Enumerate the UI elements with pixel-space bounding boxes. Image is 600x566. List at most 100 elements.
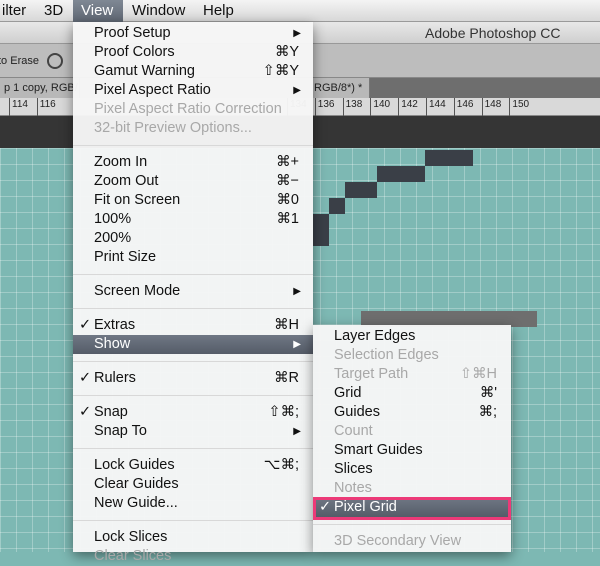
menu-help[interactable]: Help — [195, 0, 242, 22]
menu-item-proof-colors[interactable]: Proof Colors ⌘Y — [73, 43, 313, 62]
menu-item-label: Fit on Screen — [94, 192, 181, 208]
menu-item-label: Target Path — [334, 366, 409, 382]
menu-item-label: Clear Guides — [94, 476, 179, 492]
menu-item-label: Lock Guides — [94, 457, 175, 473]
menu-item-clear-guides[interactable]: Clear Guides — [73, 475, 313, 494]
menu-item-extras[interactable]: ✓ Extras ⌘H — [73, 316, 313, 335]
shortcut-label: ⌘+ — [276, 154, 299, 170]
ruler-tick-label: 150 — [509, 98, 529, 116]
shortcut-label: ⌘1 — [276, 211, 299, 227]
menu-item-label: Rulers — [94, 370, 136, 386]
menu-item-target-path: Target Path ⇧⌘H — [313, 365, 511, 384]
menu-separator — [73, 520, 313, 521]
menu-item-label: 100% — [94, 211, 132, 227]
submenu-arrow-icon: ▶ — [293, 85, 301, 96]
menu-item-label: New Guide... — [94, 495, 178, 511]
menu-item-label: Proof Setup — [94, 25, 171, 41]
ruler-tick-label: 138 — [342, 98, 362, 116]
menu-item-label: Pixel Aspect Ratio Correction — [94, 101, 282, 117]
menu-item-pixel-aspect-ratio[interactable]: Pixel Aspect Ratio ▶ — [73, 81, 313, 100]
submenu-arrow-icon: ▶ — [293, 28, 301, 39]
menu-item-label: Count — [334, 423, 373, 439]
pixel-block — [313, 214, 329, 246]
shortcut-label: ⌘− — [276, 173, 299, 189]
shortcut-label: ⌘' — [479, 385, 497, 401]
shortcut-label: ⌘H — [274, 317, 299, 333]
ruler-tick-label: 116 — [36, 98, 56, 116]
menu-item-200[interactable]: 200% — [73, 229, 313, 248]
shortcut-label: ⌥⌘; — [263, 457, 299, 473]
menu-separator — [73, 361, 313, 362]
menu-item-smart-guides[interactable]: Smart Guides — [313, 441, 511, 460]
menu-item-label: Selection Edges — [334, 347, 439, 363]
menu-item-label: Lock Slices — [94, 529, 168, 545]
menu-item-label: Grid — [334, 385, 362, 401]
menu-item-label: Pixel Aspect Ratio — [94, 82, 211, 98]
menu-item-label: Gamut Warning — [94, 63, 195, 79]
menu-item-label: Zoom In — [94, 154, 148, 170]
menu-window[interactable]: Window — [124, 0, 193, 22]
menu-item-label: Snap To — [94, 423, 147, 439]
menu-item-label: Layer Edges — [334, 328, 416, 344]
checkmark-icon: ✓ — [79, 404, 92, 420]
menu-3d[interactable]: 3D — [36, 0, 71, 22]
menu-item-proof-setup[interactable]: Proof Setup ▶ — [73, 24, 313, 43]
submenu-arrow-icon: ▶ — [293, 339, 301, 350]
menu-item-3d-secondary-view: 3D Secondary View — [313, 532, 511, 551]
menu-view[interactable]: View — [73, 0, 123, 22]
menu-item-layer-edges[interactable]: Layer Edges — [313, 327, 511, 346]
menu-filter[interactable]: ilter — [0, 0, 34, 22]
menu-item-screen-mode[interactable]: Screen Mode ▶ — [73, 282, 313, 301]
menu-item-label: Proof Colors — [94, 44, 175, 60]
menu-bar: ilter 3D View Window Help — [0, 0, 600, 22]
pixel-grid-highlight-box — [313, 497, 511, 520]
menu-item-grid[interactable]: Grid ⌘' — [313, 384, 511, 403]
menu-item-label: 32-bit Preview Options... — [94, 120, 252, 136]
menu-item-zoom-in[interactable]: Zoom In ⌘+ — [73, 153, 313, 172]
menu-item-fit-on-screen[interactable]: Fit on Screen ⌘0 — [73, 191, 313, 210]
menu-separator — [73, 308, 313, 309]
menu-item-label: Show — [94, 336, 131, 352]
checkmark-icon: ✓ — [79, 317, 92, 333]
menu-item-label: Screen Mode — [94, 283, 181, 299]
target-brush-icon[interactable] — [47, 53, 63, 69]
menu-item-snap-to[interactable]: Snap To ▶ — [73, 422, 313, 441]
menu-item-show[interactable]: Show ▶ — [73, 335, 313, 354]
ruler-tick-label: 146 — [453, 98, 473, 116]
menu-item-snap[interactable]: ✓ Snap ⇧⌘; — [73, 403, 313, 422]
menu-item-gamut-warning[interactable]: Gamut Warning ⇧⌘Y — [73, 62, 313, 81]
shortcut-label: ⌘R — [274, 370, 299, 386]
menu-item-label: Extras — [94, 317, 136, 333]
view-menu: Proof Setup ▶ Proof Colors ⌘Y Gamut Warning ⇧… — [73, 22, 313, 564]
shortcut-label: ⌘Y — [274, 44, 299, 60]
menu-item-print-size[interactable]: Print Size — [73, 248, 313, 267]
shortcut-label: ⌘0 — [276, 192, 299, 208]
menu-separator — [313, 524, 511, 525]
menu-item-new-guide[interactable]: New Guide... — [73, 494, 313, 513]
menu-item-pixel-aspect-ratio-correction: Pixel Aspect Ratio Correction — [73, 100, 313, 119]
menu-separator — [73, 448, 313, 449]
auto-erase-label[interactable]: to Erase — [0, 44, 39, 78]
menu-item-label: Print Size — [94, 249, 157, 265]
menu-item-lock-slices[interactable]: Lock Slices — [73, 528, 313, 547]
menu-separator — [73, 274, 313, 275]
menu-item-100[interactable]: 100% ⌘1 — [73, 210, 313, 229]
menu-item-lock-guides[interactable]: Lock Guides ⌥⌘; — [73, 456, 313, 475]
shortcut-label: ⌘; — [478, 404, 497, 420]
ruler-tick-label: 114 — [9, 98, 28, 116]
menu-item-slices[interactable]: Slices — [313, 460, 511, 479]
menu-item-label: Slices — [334, 461, 373, 477]
menu-item-label: Notes — [334, 480, 372, 496]
menu-item-rulers[interactable]: ✓ Rulers ⌘R — [73, 369, 313, 388]
pixel-block — [329, 198, 345, 214]
tab-document-1[interactable]: p 1 copy, RGB/ — [0, 78, 80, 98]
menu-separator — [73, 395, 313, 396]
shortcut-label: ⇧⌘Y — [262, 63, 299, 79]
ruler-tick-label: 144 — [426, 98, 446, 116]
ruler-tick-label: 140 — [370, 98, 390, 116]
menu-item-zoom-out[interactable]: Zoom Out ⌘− — [73, 172, 313, 191]
menu-item-label: 200% — [94, 230, 132, 246]
menu-item-label: Zoom Out — [94, 173, 159, 189]
ruler-tick-label: 142 — [398, 98, 418, 116]
menu-item-guides[interactable]: Guides ⌘; — [313, 403, 511, 422]
